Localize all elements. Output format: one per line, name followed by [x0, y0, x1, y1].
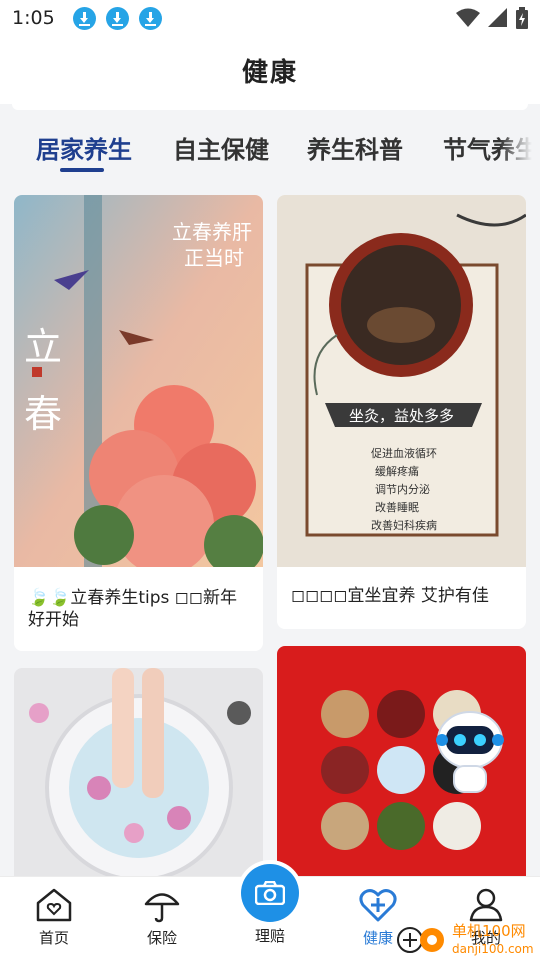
watermark-url: danji100.com: [452, 942, 534, 956]
nav-home[interactable]: 首页: [9, 887, 99, 948]
signal-icon: [488, 8, 507, 27]
download-notification-icon: [138, 6, 162, 30]
active-tab-indicator: [60, 168, 104, 172]
tab-home-wellness[interactable]: 居家养生: [36, 130, 132, 165]
download-notification-icon: [105, 6, 129, 30]
home-heart-icon: [36, 888, 72, 922]
image-line: 缓解疼痛: [375, 464, 419, 478]
article-card[interactable]: 坐灸，益处多多 促进血液循环 缓解疼痛 调节内分泌 改善睡眠 改善妇科疾病 ◻◻…: [277, 195, 526, 629]
umbrella-icon: [144, 893, 180, 923]
article-card[interactable]: 立春养肝 正当时 立 春 🍃🍃立春养生tips ◻◻新年好开始: [14, 195, 263, 651]
claims-camera-button[interactable]: [241, 864, 299, 922]
page-title: 健康: [241, 57, 298, 88]
tab-health-science[interactable]: 养生科普: [307, 130, 403, 165]
heart-plus-icon: [359, 889, 397, 922]
image-side-text-1: 立: [24, 325, 62, 369]
battery-charging-icon: [516, 7, 528, 29]
image-headline-2: 正当时: [184, 246, 244, 270]
camera-icon: [255, 881, 285, 905]
article-title: 🍃🍃立春养生tips ◻◻新年好开始: [28, 588, 237, 630]
nav-label: 健康: [362, 929, 393, 947]
article-title: ◻◻◻◻宜坐宜养 艾护有佳: [291, 586, 489, 606]
nav-label: 首页: [38, 929, 69, 947]
image-banner: 坐灸，益处多多: [349, 407, 454, 425]
image-line: 改善睡眠: [375, 500, 419, 514]
download-notification-icon: [72, 6, 96, 30]
nav-label: 理赔: [254, 927, 285, 945]
nav-label: 保险: [146, 929, 177, 947]
image-line: 改善妇科疾病: [371, 518, 437, 532]
tab-self-care[interactable]: 自主保健: [173, 130, 269, 165]
wifi-icon: [456, 8, 480, 27]
nav-claims[interactable]: 理赔: [225, 921, 315, 946]
watermark-logo: 单机100网 danji100.com: [397, 922, 534, 956]
status-bar: 1:05: [0, 0, 540, 36]
image-line: 促进血液循环: [371, 446, 437, 460]
article-image: [14, 668, 263, 888]
image-headline-1: 立春养肝: [172, 220, 252, 244]
article-card[interactable]: [14, 668, 263, 888]
watermark-name: 单机100网: [452, 922, 526, 940]
article-image: 坐灸，益处多多 促进血液循环 缓解疼痛 调节内分泌 改善睡眠 改善妇科疾病: [277, 195, 526, 567]
page-header: 健康: [0, 36, 540, 104]
image-side-text-2: 春: [24, 392, 62, 436]
article-image: 立春养肝 正当时 立 春: [14, 195, 263, 567]
image-line: 调节内分泌: [375, 482, 430, 496]
assistant-robot-icon[interactable]: [432, 706, 508, 794]
nav-insurance[interactable]: 保险: [117, 887, 207, 948]
status-time: 1:05: [12, 7, 55, 29]
